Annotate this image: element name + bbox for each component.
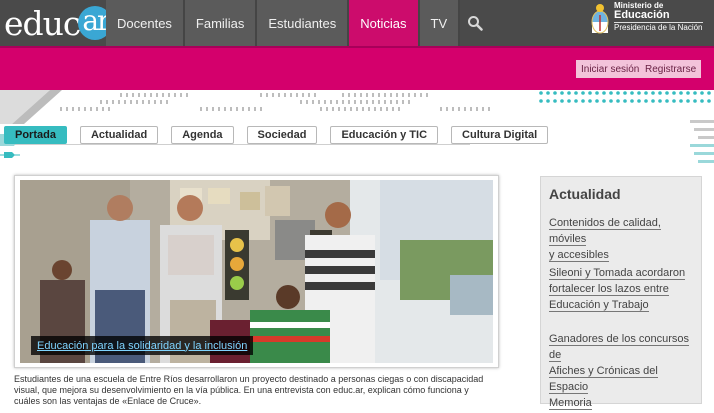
sidebar-link-line: Sileoni y Tomada acordaron [549, 267, 686, 280]
featured-summary: Estudiantes de una escuela de Entre Ríos… [14, 374, 484, 406]
sidebar-link-line: Ganadores de los concursos de [549, 333, 690, 362]
nav-tv[interactable]: TV [419, 0, 461, 46]
sidebar-link-ganadores[interactable]: Ganadores de los concursos de Afiches y … [549, 331, 699, 411]
sidebar-link-line: Memoria [549, 397, 592, 410]
nav-estudiantes[interactable]: Estudiantes [257, 0, 350, 46]
page: educ ar Docentes Familias Estudiantes Not… [0, 0, 714, 413]
sidebar-link-line: Contenidos de calidad, móviles [549, 217, 661, 246]
main-nav: Docentes Familias Estudiantes Noticias T… [106, 0, 490, 46]
featured-caption: Educación para la solidaridad y la inclu… [31, 336, 254, 355]
sidebar-link-line: Afiches y Crónicas del Espacio [549, 365, 658, 394]
search-icon [468, 16, 483, 31]
sidebar-link-sileoni[interactable]: Sileoni y Tomada acordaron fortalecer lo… [549, 265, 699, 313]
tab-educacion-tic[interactable]: Educación y TIC [330, 126, 439, 144]
login-button[interactable]: Iniciar sesión [576, 60, 645, 78]
argentina-shield-icon [591, 4, 609, 34]
register-button[interactable]: Registrarse [640, 60, 702, 78]
educar-logo[interactable]: educ ar [4, 3, 113, 43]
tab-portada[interactable]: Portada [4, 126, 67, 144]
nav-familias[interactable]: Familias [184, 0, 258, 46]
tab-sociedad[interactable]: Sociedad [246, 126, 318, 144]
tab-agenda[interactable]: Agenda [171, 126, 234, 144]
sidebar-title: Actualidad [549, 186, 621, 202]
sidebar-link-contenidos[interactable]: Contenidos de calidad, móviles y accesib… [549, 215, 699, 263]
ministry-line2: Educación [614, 9, 670, 21]
section-tabs: Portada Actualidad Agenda Sociedad Educa… [4, 126, 561, 144]
tab-actualidad[interactable]: Actualidad [79, 126, 159, 144]
ministry-logo[interactable]: Ministerio de Educación Presidencia de l… [590, 2, 703, 38]
logo-text: educ [4, 3, 81, 43]
tab-cultura-digital[interactable]: Cultura Digital [451, 126, 549, 144]
nav-docentes[interactable]: Docentes [106, 0, 185, 46]
ministry-line3: Presidencia de la Nación [614, 22, 703, 32]
search-button[interactable] [460, 0, 490, 46]
actualidad-sidebar: Actualidad Contenidos de calidad, móvile… [540, 176, 702, 410]
nav-noticias[interactable]: Noticias [349, 0, 420, 46]
featured-story: Educación para la solidaridad y la inclu… [14, 175, 499, 368]
sidebar-link-line: Educación y Trabajo [549, 299, 649, 312]
featured-story-link[interactable]: Educación para la solidaridad y la inclu… [37, 340, 247, 352]
sidebar-link-line: fortalecer los lazos entre [549, 283, 669, 296]
top-navigation-bar: educ ar Docentes Familias Estudiantes Not… [0, 0, 714, 46]
sidebar-link-line: y accesibles [549, 249, 609, 262]
